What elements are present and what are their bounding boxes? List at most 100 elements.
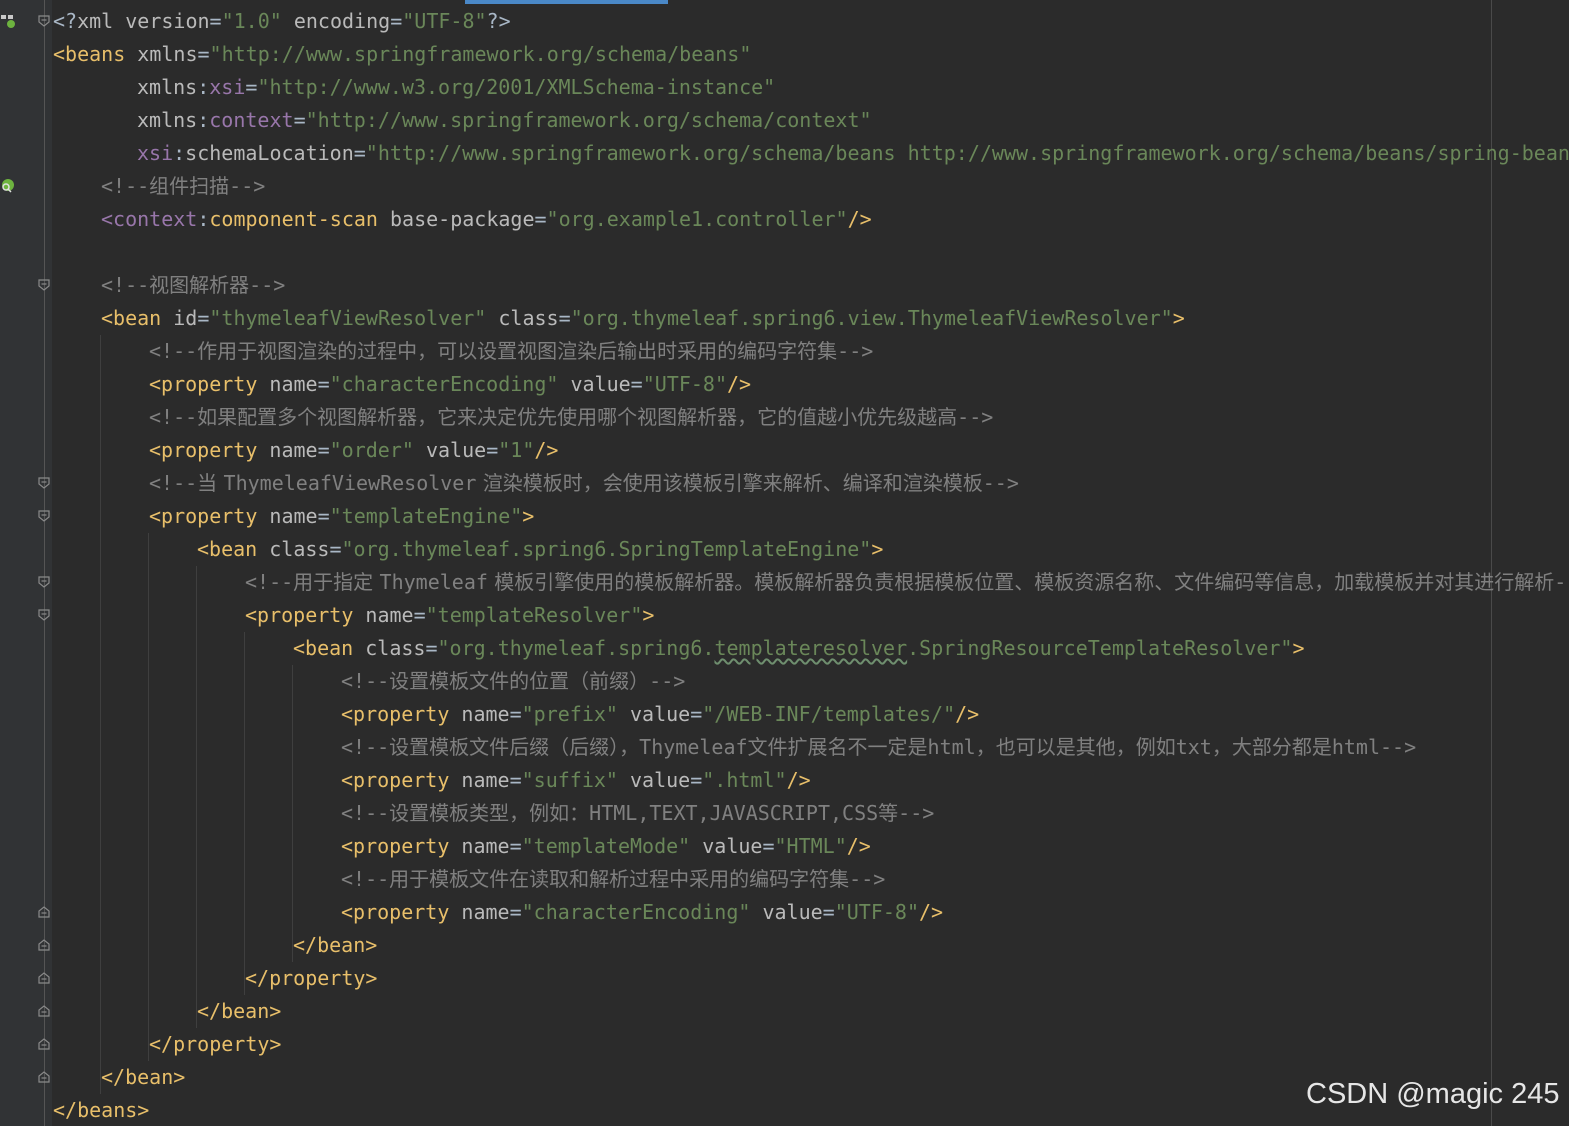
code-token: 用于指定 xyxy=(293,570,380,594)
code-line[interactable]: <?xml version="1.0" encoding="UTF-8"?> xyxy=(0,5,1569,38)
fold-open-icon[interactable] xyxy=(38,609,50,621)
fold-close-icon[interactable] xyxy=(38,939,50,951)
code-token: --> xyxy=(1554,570,1569,594)
fold-open-icon[interactable] xyxy=(38,510,50,522)
code-token: = xyxy=(197,42,210,66)
code-line[interactable]: <!--作用于视图渲染的过程中，可以设置视图渲染后输出时采用的编码字符集--> xyxy=(0,335,1569,368)
code-token: "HTML" xyxy=(774,834,847,858)
code-token: component-scan xyxy=(209,207,378,231)
code-token: = xyxy=(558,306,571,330)
code-token: <context xyxy=(101,207,198,231)
code-line[interactable]: <bean class="org.thymeleaf.spring6.templ… xyxy=(0,632,1569,665)
spring-search-gutter-icon[interactable] xyxy=(0,177,18,195)
code-token: = xyxy=(630,372,643,396)
code-token: <!-- xyxy=(149,471,198,495)
spring-bean-gutter-icon[interactable] xyxy=(0,12,18,30)
code-token: Thymeleaf xyxy=(379,570,488,594)
code-line[interactable]: <property name="templateMode" value="HTM… xyxy=(0,830,1569,863)
code-token: 等 xyxy=(878,801,899,825)
code-line[interactable]: </property> xyxy=(0,1028,1569,1061)
code-line-content: </property> xyxy=(245,962,377,995)
code-line[interactable]: <property name="suffix" value=".html"/> xyxy=(0,764,1569,797)
code-token: = xyxy=(509,834,522,858)
fold-open-icon[interactable] xyxy=(38,279,50,291)
code-token: name xyxy=(257,438,318,462)
code-token: = xyxy=(690,768,703,792)
code-token: "order" xyxy=(329,438,414,462)
code-token: = xyxy=(197,306,210,330)
code-token: <property xyxy=(245,603,354,627)
code-token: --> xyxy=(898,801,935,825)
code-line[interactable]: <beans xmlns="http://www.springframework… xyxy=(0,38,1569,71)
code-line[interactable]: <bean class="org.thymeleaf.spring6.Sprin… xyxy=(0,533,1569,566)
code-token: "org.thymeleaf.spring6. xyxy=(437,636,715,660)
code-token: value xyxy=(617,702,691,726)
code-line[interactable]: <!--如果配置多个视图解析器，它来决定优先使用哪个视图解析器，它的值越小优先级… xyxy=(0,401,1569,434)
code-line[interactable]: <property name="templateResolver"> xyxy=(0,599,1569,632)
code-line-content: xmlns:context="http://www.springframewor… xyxy=(137,104,872,137)
code-token: </property> xyxy=(149,1032,282,1056)
code-line[interactable]: <!--设置模板文件后缀（后缀），Thymeleaf文件扩展名不一定是html，… xyxy=(0,731,1569,764)
code-line[interactable]: <!--当 ThymeleafViewResolver 渲染模板时，会使用该模板… xyxy=(0,467,1569,500)
code-line[interactable]: <property name="characterEncoding" value… xyxy=(0,896,1569,929)
code-line[interactable]: <property name="order" value="1"/> xyxy=(0,434,1569,467)
code-token: <!-- xyxy=(341,867,390,891)
code-token: = xyxy=(486,438,499,462)
code-line-content: xsi:schemaLocation="http://www.springfra… xyxy=(137,137,1569,170)
code-token: "/WEB-INF/templates/" xyxy=(702,702,956,726)
code-line[interactable]: <context:component-scan base-package="or… xyxy=(0,203,1569,236)
code-line[interactable] xyxy=(0,236,1569,269)
code-line-content: <!--组件扫描--> xyxy=(101,170,265,203)
code-token: name xyxy=(257,504,318,528)
code-token: --> xyxy=(837,339,874,363)
code-line-content: <!--视图解析器--> xyxy=(101,269,285,302)
fold-close-icon[interactable] xyxy=(38,906,50,918)
code-editor[interactable]: <?xml version="1.0" encoding="UTF-8"?> <b… xyxy=(0,0,1569,1126)
code-token: <property xyxy=(341,702,450,726)
code-token: name xyxy=(257,372,318,396)
code-line[interactable]: xmlns:xsi="http://www.w3.org/2001/XMLSch… xyxy=(0,71,1569,104)
code-token: id xyxy=(161,306,198,330)
code-token: > xyxy=(642,603,655,627)
fold-open-icon[interactable] xyxy=(38,477,50,489)
code-line[interactable]: <!--组件扫描--> xyxy=(0,170,1569,203)
code-line[interactable]: <property name="characterEncoding" value… xyxy=(0,368,1569,401)
code-line[interactable]: <!--设置模板文件的位置（前缀）--> xyxy=(0,665,1569,698)
code-line[interactable]: </bean> xyxy=(0,995,1569,1028)
code-area[interactable]: <?xml version="1.0" encoding="UTF-8"?> <b… xyxy=(0,0,1569,1126)
code-line[interactable]: <!--用于指定 Thymeleaf 模板引擎使用的模板解析器。模板解析器负责根… xyxy=(0,566,1569,599)
code-token: <bean xyxy=(197,537,258,561)
fold-close-icon[interactable] xyxy=(38,1071,50,1083)
code-token: <property xyxy=(341,768,450,792)
code-token: </bean> xyxy=(101,1065,186,1089)
code-line[interactable]: <bean id="thymeleafViewResolver" class="… xyxy=(0,302,1569,335)
code-token: --> xyxy=(249,273,286,297)
code-token: <beans xyxy=(53,42,126,66)
code-line[interactable]: <!--视图解析器--> xyxy=(0,269,1569,302)
fold-open-icon[interactable] xyxy=(38,15,50,27)
code-line[interactable]: </bean> xyxy=(0,929,1569,962)
code-token: context xyxy=(209,108,294,132)
code-token: = xyxy=(509,702,522,726)
code-token: <!-- xyxy=(245,570,294,594)
code-token: --> xyxy=(849,867,886,891)
code-line[interactable]: xmlns:context="http://www.springframewor… xyxy=(0,104,1569,137)
code-token: <!-- xyxy=(101,174,150,198)
fold-close-icon[interactable] xyxy=(38,1038,50,1050)
code-token: xmlns xyxy=(125,42,198,66)
code-line[interactable]: <!--设置模板类型，例如：HTML,TEXT,JAVASCRIPT,CSS等-… xyxy=(0,797,1569,830)
fold-open-icon[interactable] xyxy=(38,576,50,588)
code-token: = xyxy=(293,108,306,132)
code-line[interactable]: <!--用于模板文件在读取和解析过程中采用的编码字符集--> xyxy=(0,863,1569,896)
code-line[interactable]: </property> xyxy=(0,962,1569,995)
code-line[interactable]: xsi:schemaLocation="http://www.springfra… xyxy=(0,137,1569,170)
code-token: "templateMode" xyxy=(521,834,691,858)
fold-close-icon[interactable] xyxy=(38,972,50,984)
code-token: = xyxy=(509,768,522,792)
code-token: : xyxy=(197,75,210,99)
code-line-content: <!--作用于视图渲染的过程中，可以设置视图渲染后输出时采用的编码字符集--> xyxy=(149,335,873,368)
code-token: /> xyxy=(847,207,872,231)
fold-close-icon[interactable] xyxy=(38,1005,50,1017)
code-line[interactable]: <property name="prefix" value="/WEB-INF/… xyxy=(0,698,1569,731)
code-line[interactable]: <property name="templateEngine"> xyxy=(0,500,1569,533)
